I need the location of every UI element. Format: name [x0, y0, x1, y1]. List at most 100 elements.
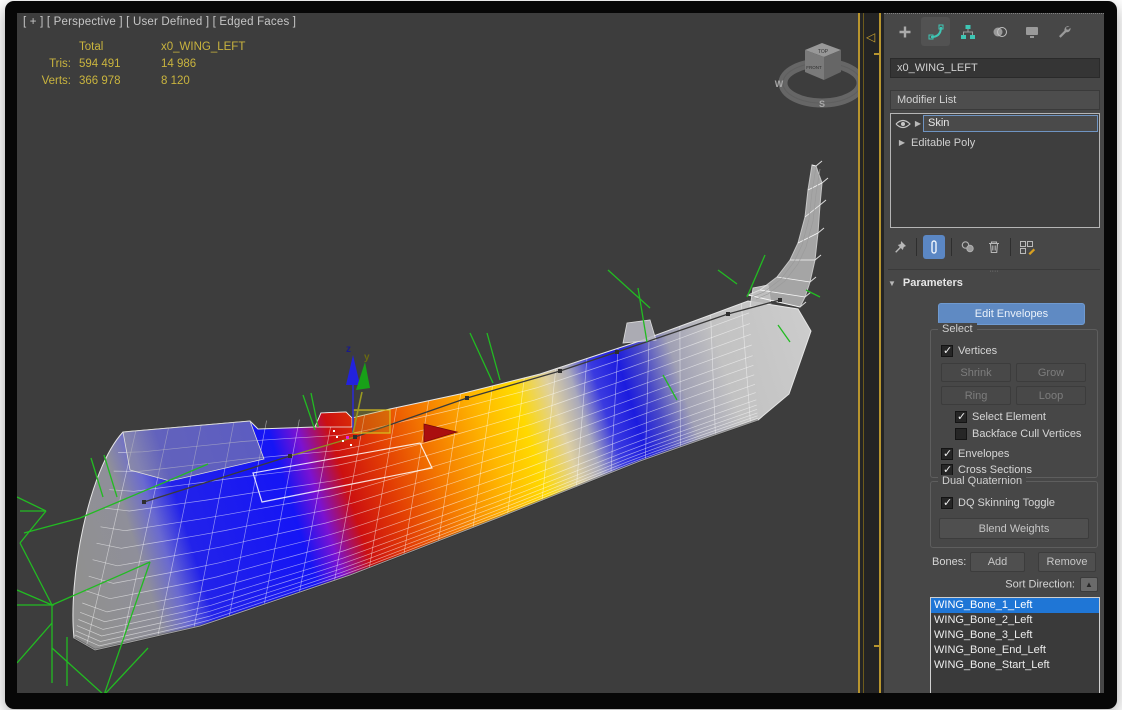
winglet-mesh[interactable] [748, 161, 828, 307]
screenshot-frame: z y W E S TOP FRONT [5, 1, 1117, 709]
stats-tris-object: 14 986 [161, 56, 281, 73]
cross-sections-label: Cross Sections [958, 464, 1032, 476]
motion-icon [992, 24, 1008, 40]
remove-bone-button[interactable]: Remove [1038, 552, 1096, 572]
bone-list[interactable]: WING_Bone_1_Left WING_Bone_2_Left WING_B… [930, 597, 1100, 693]
bones-label: Bones: [932, 556, 966, 568]
gizmo-y-label: y [364, 352, 370, 363]
gizmo-xy-plane[interactable] [353, 410, 390, 433]
stats-verts-object: 8 120 [161, 73, 281, 90]
viewcube-front-label: FRONT [806, 65, 822, 70]
tab-modify[interactable] [921, 17, 950, 46]
configure-modifier-sets-icon[interactable] [1017, 235, 1037, 259]
select-element-checkbox[interactable] [955, 411, 967, 423]
grow-button[interactable]: Grow [1016, 363, 1086, 382]
stack-row-editable-poly[interactable]: ▶ Editable Poly [891, 133, 1099, 152]
viewcube[interactable]: W E S TOP FRONT [775, 43, 858, 109]
backface-cull-vertices-checkbox[interactable] [955, 428, 967, 440]
select-group-legend: Select [938, 323, 977, 335]
selected-vertex[interactable] [346, 436, 349, 439]
gizmo-z-label: z [346, 344, 351, 355]
perspective-viewport[interactable]: z y W E S TOP FRONT [17, 13, 858, 693]
stats-tris-label: Tris: [29, 56, 79, 73]
select-element-label: Select Element [972, 411, 1046, 423]
gizmo-y-arrow[interactable] [356, 362, 370, 390]
bone-list-item[interactable]: WING_Bone_Start_Left [931, 658, 1099, 673]
loop-button[interactable]: Loop [1016, 386, 1086, 405]
panel-collapse-arrow-icon[interactable]: ◁ [866, 31, 875, 43]
sort-direction-row: Sort Direction: ▲ [930, 577, 1098, 594]
tab-create[interactable] [890, 17, 919, 46]
expand-arrow-icon[interactable]: ▶ [913, 119, 923, 128]
splitter-tick [874, 645, 880, 647]
sort-up-triangle-icon: ▲ [1085, 580, 1093, 589]
splitter-line-right [879, 13, 881, 693]
wing-tab-1 [315, 412, 352, 427]
stack-toolbar [890, 233, 1100, 261]
tab-display[interactable] [1017, 17, 1046, 46]
make-unique-icon[interactable] [958, 235, 978, 259]
sort-direction-button[interactable]: ▲ [1080, 577, 1098, 592]
viewcube-top-label: TOP [818, 49, 829, 55]
bone-list-item[interactable]: WING_Bone_1_Left [931, 598, 1099, 613]
plus-icon [897, 24, 913, 40]
wing-mesh[interactable] [73, 285, 811, 650]
remove-modifier-trash-icon[interactable] [984, 235, 1004, 259]
bone-list-item[interactable]: WING_Bone_3_Left [931, 628, 1099, 643]
modifier-editable-poly[interactable]: Editable Poly [911, 137, 975, 149]
bone-list-item[interactable]: WING_Bone_2_Left [931, 613, 1099, 628]
wrench-icon [1056, 24, 1072, 40]
parameters-rollout-header[interactable]: ▼ Parameters [888, 277, 1100, 293]
ring-button[interactable]: Ring [941, 386, 1011, 405]
tab-hierarchy[interactable] [953, 17, 982, 46]
toolbar-separator [916, 238, 917, 256]
viewport-label[interactable]: [ + ] [ Perspective ] [ User Defined ] [… [23, 16, 296, 28]
dual-quaternion-legend: Dual Quaternion [938, 475, 1026, 487]
envelopes-checkbox[interactable] [941, 448, 953, 460]
hierarchy-icon [960, 24, 976, 40]
parameters-title: Parameters [903, 277, 963, 289]
viewcube-west[interactable]: W [775, 79, 784, 89]
tab-motion[interactable] [985, 17, 1014, 46]
stats-tris-total: 594 491 [79, 56, 161, 73]
toolbar-separator [951, 238, 952, 256]
modifier-skin[interactable]: Skin [923, 115, 1098, 132]
stats-header-object: x0_WING_LEFT [161, 39, 281, 56]
edit-envelopes-button[interactable]: Edit Envelopes [938, 303, 1085, 325]
envelopes-label: Envelopes [958, 448, 1009, 460]
modify-icon [928, 24, 944, 40]
splitter-line [863, 13, 864, 693]
app-window: z y W E S TOP FRONT [17, 13, 1104, 693]
object-name-field[interactable]: x0_WING_LEFT [890, 58, 1100, 78]
gizmo-z-arrow[interactable] [346, 355, 360, 385]
sort-direction-label: Sort Direction: [1005, 578, 1075, 590]
modifier-list-dropdown[interactable]: Modifier List [890, 90, 1100, 110]
select-group: Select Vertices Shrink Grow Ring Loop Se… [930, 329, 1098, 478]
rollout-collapse-icon[interactable]: ▼ [888, 279, 896, 288]
vertices-checkbox[interactable] [941, 345, 953, 357]
modifier-stack: ▶ Skin ▶ Editable Poly [890, 113, 1100, 228]
dq-skinning-toggle-checkbox[interactable] [941, 497, 953, 509]
vertices-label: Vertices [958, 345, 997, 357]
rollout-divider[interactable]: ···· [888, 269, 1100, 273]
shrink-button[interactable]: Shrink [941, 363, 1011, 382]
show-end-result-icon[interactable] [923, 235, 945, 259]
add-bone-button[interactable]: Add [970, 552, 1025, 572]
command-panel: x0_WING_LEFT Modifier List ▶ Skin ▶ Edit… [884, 13, 1104, 693]
bone-list-item[interactable]: WING_Bone_End_Left [931, 643, 1099, 658]
viewcube-south[interactable]: S [819, 99, 825, 109]
stats-header-total: Total [79, 39, 161, 56]
splitter-tick [874, 53, 880, 55]
dq-skinning-toggle-label: DQ Skinning Toggle [958, 497, 1055, 509]
stack-row-skin[interactable]: ▶ Skin [891, 114, 1099, 133]
tab-utilities[interactable] [1049, 17, 1078, 46]
expand-arrow-icon[interactable]: ▶ [897, 138, 907, 147]
panel-splitter[interactable]: ◁ [858, 13, 884, 693]
dual-quaternion-group: Dual Quaternion DQ Skinning Toggle Blend… [930, 481, 1098, 548]
display-icon [1024, 24, 1040, 40]
blend-weights-button[interactable]: Blend Weights [939, 518, 1089, 539]
cross-sections-checkbox[interactable] [941, 464, 953, 476]
wing-tab-2 [623, 320, 656, 343]
visibility-eye-icon[interactable] [895, 118, 911, 130]
pin-stack-icon[interactable] [890, 235, 910, 259]
